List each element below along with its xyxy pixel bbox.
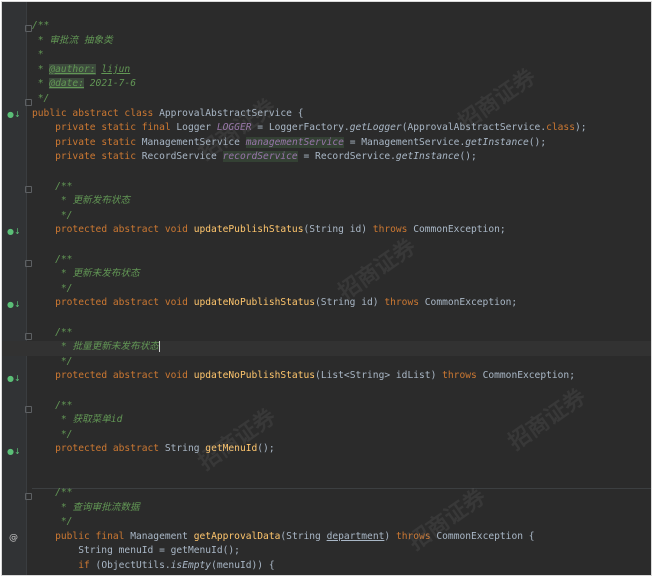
code-line: */ [32,516,73,528]
code-line: protected abstract String getMenuId(); [55,443,275,455]
code-line: if (ObjectUtils.isEmpty(menuId)) { [78,560,275,571]
code-line: /** [55,326,73,338]
code-line: * @author: lijun [32,63,131,75]
fold-marker[interactable] [25,186,32,193]
code-line: * @date: 2021-7-6 [32,78,136,90]
code-line: private static RecordService recordServi… [55,151,477,163]
implemented-icon[interactable]: ●↓ [7,227,21,237]
watermark: 招商证券 [334,234,421,306]
fold-marker[interactable] [25,25,32,32]
code-line: * [32,49,44,61]
code-line: * 查询审批流数据 [32,501,140,513]
code-line: */ [32,209,73,221]
code-line: /** [55,180,73,192]
code-line: * 批量更新未发布状态 [32,340,160,353]
code-line: * 获取菜单id [32,414,123,426]
code-line: protected abstract void updateNoPublishS… [55,370,575,382]
code-line: public final Management getApprovalData(… [55,530,535,542]
annotation-icon[interactable]: @ [9,533,18,543]
code-line: */ [32,93,50,104]
code-line: /** [55,253,73,265]
editor-gutter [2,2,26,575]
fold-marker[interactable] [25,493,32,500]
watermark: 招商证券 [194,404,281,476]
fold-marker[interactable] [25,260,32,267]
fold-marker[interactable] [25,333,32,340]
implemented-icon[interactable]: ●↓ [7,374,21,384]
implemented-icon[interactable]: ●↓ [7,447,21,457]
fold-marker[interactable] [25,99,32,106]
code-line: * 更新发布状态 [32,195,130,207]
code-line: /** [32,20,50,31]
code-line: protected abstract void updatePublishSta… [55,224,506,236]
code-line: */ [32,355,73,367]
code-editor[interactable]: ●↓ ●↓ ●↓ ●↓ ●↓ @ /** * 审批流 抽象类 * * @auth… [1,1,652,576]
code-line: /** [55,399,73,411]
code-line: private static final Logger LOGGER = Log… [55,122,587,134]
method-separator [32,488,651,489]
code-line: * 审批流 抽象类 [32,34,113,46]
fold-marker[interactable] [25,406,32,413]
implemented-icon[interactable]: ●↓ [7,110,21,120]
text-caret [158,340,160,352]
gutter-separator [26,2,27,575]
code-line: protected abstract void updateNoPublishS… [55,297,518,309]
code-line: */ [32,428,73,440]
code-line: private static ManagementService managem… [55,136,547,148]
implemented-icon[interactable]: ●↓ [7,300,21,310]
code-line: /** [55,487,73,498]
watermark: 招商证券 [504,384,591,456]
code-line: */ [32,282,73,294]
code-line: * 更新未发布状态 [32,268,140,280]
watermark: 招商证券 [404,484,491,556]
code-line: String menuId = getMenuId(); [32,545,240,557]
class-declaration: public abstract class ApprovalAbstractSe… [32,107,304,119]
